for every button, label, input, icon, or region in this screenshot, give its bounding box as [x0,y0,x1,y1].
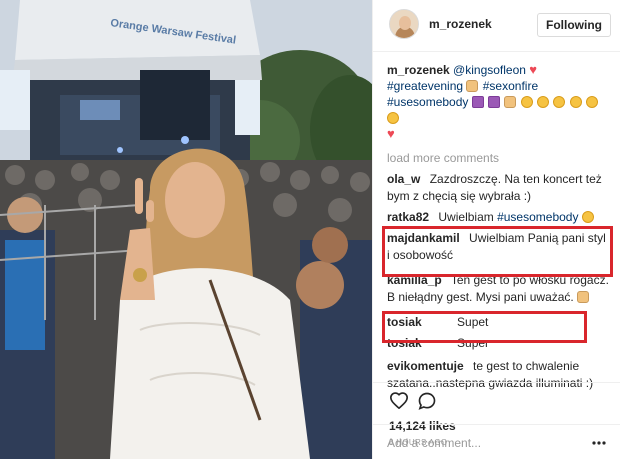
comment-item: ratka82 Uwielbiam #usesomebody [387,209,611,226]
thumbs-down-emoji [577,291,590,303]
following-button[interactable]: Following [537,13,611,37]
dancers-emoji [488,96,501,108]
add-comment-input[interactable]: Add a comment... [387,436,481,450]
post-photo: Orange Warsaw Festival [0,0,372,459]
heart-eyes-emoji [581,211,594,223]
caption-tag-greatevening[interactable]: #greatevening [387,79,463,93]
smiley-emoji-2 [537,96,550,108]
heart-outline-icon[interactable] [389,391,409,412]
caption-username[interactable]: m_rozenek [387,63,450,77]
clapping-hands-emoji [466,80,479,92]
author-avatar[interactable] [389,9,419,39]
post-header: m_rozenek Following [373,0,620,52]
more-options-icon[interactable] [591,435,607,454]
music-notes-emoji [471,96,484,108]
caption-tag-sexonfire[interactable]: #sexonfire [483,79,538,93]
smiley-emoji-3 [553,96,566,108]
highlight-box-kamilla [382,226,613,277]
comment-username[interactable]: ola_w [387,172,420,186]
smiley-emoji-6 [387,112,399,124]
smiley-emoji-4 [569,96,582,108]
post-caption: m_rozenek @kingsofleon ♥ #greatevening #… [387,62,611,142]
post-side-panel: m_rozenek Following m_rozenek @kingsofle… [372,0,620,459]
comment-item: evikomentuje te gest to chwalenie szatan… [387,358,611,392]
add-comment-bar: Add a comment... [373,424,620,459]
smiley-emoji-1 [520,96,533,108]
comment-hashtag[interactable]: #usesomebody [497,210,578,224]
red-heart-emoji: ♥ [529,62,537,77]
smiley-emoji-5 [586,96,599,108]
avatar-image [390,10,418,38]
author-username[interactable]: m_rozenek [429,17,492,31]
red-heart-emoji-2: ♥ [387,126,395,141]
comment-text: Uwielbiam [438,210,498,224]
comment-username[interactable]: evikomentuje [387,359,464,373]
concert-photo-illustration: Orange Warsaw Festival [0,0,372,459]
load-more-comments-link[interactable]: load more comments [387,151,611,165]
hands-emoji [504,96,517,108]
caption-tag-usesomebody[interactable]: #usesomebody [387,95,468,109]
comment-username[interactable]: ratka82 [387,210,429,224]
comment-icon[interactable] [417,391,437,414]
comment-item: kamilla_p Ten gest to po włosku rogacz. … [387,272,611,306]
comment-item: ola_w Zazdroszczę. Na ten koncert też by… [387,171,611,205]
post-actions: 14,124 likes 8 HOURS AGO [373,382,620,447]
highlight-box-evikomentuje [382,311,587,343]
caption-mention[interactable]: @kingsofleon [453,63,526,77]
